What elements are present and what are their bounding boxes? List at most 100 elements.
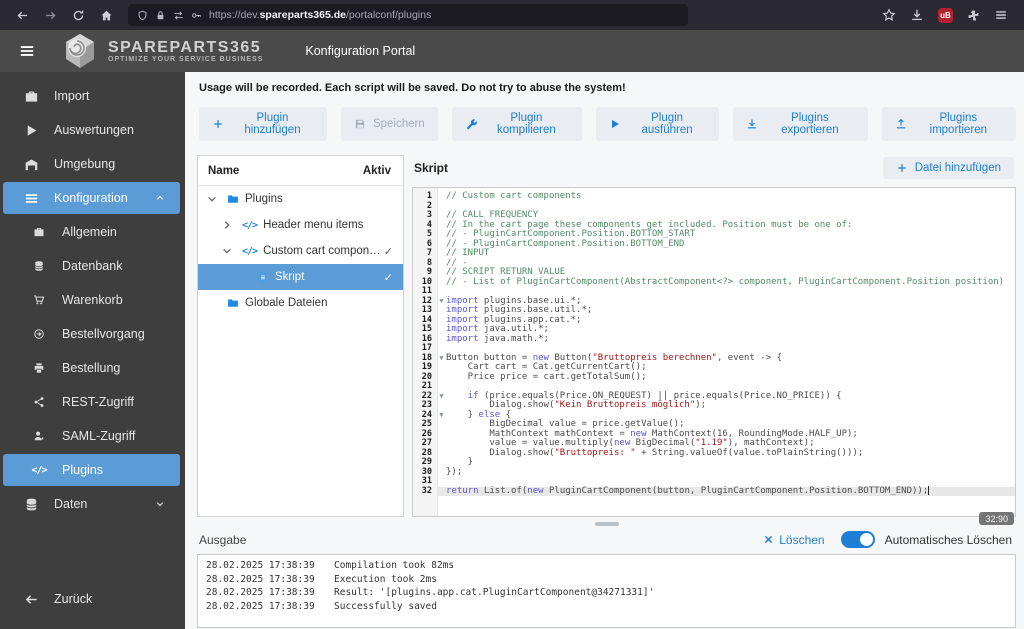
button-label: Plugin kompilieren [496,112,556,136]
line-number: 32 [421,485,432,496]
shield-icon[interactable] [137,10,148,21]
auto-clear-label: Automatisches Löschen [884,532,1012,547]
add-file-button[interactable]: Datei hinzufügen [882,157,1014,179]
sidebar-item-label: Warenkorb [62,293,123,307]
code-text: Dialog.show("Bruttopreis: " + String.val… [446,447,864,458]
arrow-circle-icon [31,328,47,340]
tree-expander-icon[interactable] [221,245,234,257]
sidebar-hamburger-icon[interactable] [18,42,36,60]
plugins-importieren-button[interactable]: Plugins importieren [881,107,1016,141]
tree-expander-icon[interactable] [206,193,219,205]
fold-arrow-icon[interactable]: ▼ [437,354,446,364]
sidebar-item-datenbank[interactable]: Datenbank [3,250,180,282]
output-header: Ausgabe Löschen Automatisches Löschen [197,531,1016,554]
button-label: Plugin hinzufügen [244,112,301,136]
adblock-extension-icon[interactable]: uB [938,7,953,23]
log-message: Successfully saved [334,600,437,612]
bookmark-star-icon[interactable] [882,8,896,22]
code-text: } [446,457,474,467]
browser-menu-icon[interactable] [994,8,1008,22]
tree-row-header-menu-items[interactable]: </> Header menu items [198,212,403,238]
reload-icon[interactable] [66,4,90,26]
auto-clear-toggle[interactable] [840,531,875,548]
plugin-hinzufuegen-button[interactable]: Plugin hinzufügen [199,107,327,141]
fold-arrow-icon[interactable]: ▼ [437,297,446,307]
back-icon[interactable] [10,4,34,26]
back-arrow-icon [23,592,39,607]
tree-row-custom-cart-compon-[interactable]: </> Custom cart compon… ✓ [198,238,403,264]
downloads-icon[interactable] [910,8,924,22]
code-editor[interactable]: 1// Custom cart components 2 3// CALL FREQ… [412,187,1016,517]
sidebar-item-label: Bestellung [62,361,121,375]
sidebar-item-saml-zugriff[interactable]: SAML-Zugriff [3,420,180,452]
plus-icon [212,118,224,130]
button-label: Plugins importieren [929,112,988,136]
url-bar[interactable]: https://dev.spareparts365.de/portalconf/… [128,4,688,26]
folder-icon [227,297,239,309]
fold-arrow-icon[interactable]: ▼ [437,392,446,402]
tree-row-plugins[interactable]: Plugins [198,186,403,212]
home-icon[interactable] [94,4,118,26]
line-number: 7 [426,248,432,258]
log-message: Result: '[plugins.app.cat.PluginCartComp… [334,587,655,598]
code-line-1: 1 // Custom cart components [413,191,1015,202]
usage-warning: Usage will be recorded. Each script will… [199,82,626,94]
tree-column-aktiv: Aktiv [362,165,391,177]
cursor-position-badge: 32:90 [979,512,1014,525]
sidebar-item-warenkorb[interactable]: Warenkorb [3,284,180,316]
code-line-10: 10// - List of PluginCartComponent(Abstr… [413,276,1015,288]
tree-row-skript[interactable]: Skript ✓ [198,264,403,290]
extensions-puzzle-icon[interactable] [967,9,980,22]
clear-output-button[interactable]: Löschen [763,533,825,547]
sidebar-item-auswertungen[interactable]: Auswertungen [3,114,180,146]
line-number: 5 [426,229,432,239]
plugin-ausfuehren-button[interactable]: Plugin ausführen [596,107,720,141]
key-icon[interactable] [191,10,202,21]
plugins-exportieren-button[interactable]: Plugins exportieren [733,107,868,141]
logo-nut-icon [66,34,94,68]
code-text: Price price = cart.getTotalSum(); [446,371,647,382]
log-timestamp: 28.02.2025 17:38:39 [206,573,315,585]
sidebar-item-label: Konfiguration [54,191,128,205]
code-line-28: 28 Dialog.show("Bruttopreis: " + String.… [413,447,1015,459]
code-text: }); [446,466,463,477]
plugin-kompilieren-button[interactable]: Plugin kompilieren [451,107,582,141]
active-check: ✓ [383,245,393,258]
plus-icon [896,162,908,174]
sidebar-item-bestellvorgang[interactable]: Bestellvorgang [3,318,180,350]
sidebar-item-umgebung[interactable]: Umgebung [3,148,180,180]
url-text: https://dev.spareparts365.de/portalconf/… [209,9,432,21]
app-logo: SpareParts365 Optimize your service busi… [60,31,263,71]
lock-icon[interactable] [155,10,166,21]
sidebar-item-import[interactable]: Import [3,80,180,112]
back-button[interactable]: Zurück [3,583,180,615]
sidebar-item-konfiguration[interactable]: Konfiguration [3,182,180,214]
sidebar-item-daten[interactable]: Daten [3,488,180,520]
log-timestamp: 28.02.2025 17:38:39 [206,600,315,612]
cart-icon [31,294,47,306]
tree-row-label: Header menu items [263,219,364,231]
tracking-toggle-icon[interactable] [173,10,184,21]
tree-row-globale-dateien[interactable]: Globale Dateien [198,290,403,316]
sidebar-item-rest-zugriff[interactable]: REST-Zugriff [3,386,180,418]
code-text: // - List of PluginCartComponent(Abstrac… [446,276,1005,287]
code-line-6: 6 // - PluginCartComponent.Position.BOTTO… [413,238,1015,250]
tree-expander-icon[interactable] [221,219,234,231]
browser-toolbar: https://dev.spareparts365.de/portalconf/… [0,0,1024,30]
sidebar-item-plugins[interactable]: </> Plugins [3,454,180,486]
line-number: 3 [426,210,432,220]
save-icon [354,118,366,130]
forward-icon[interactable] [38,4,62,26]
sidebar-item-allgemein[interactable]: Allgemein [3,216,180,248]
button-label: Speichern [372,118,425,130]
briefcase-icon [23,89,39,104]
sidebar-nav: Import Auswertungen Umgebung Konfiguration A… [0,72,185,629]
line-number: 6 [426,238,432,249]
sidebar-item-bestellung[interactable]: Bestellung [3,352,180,384]
fold-arrow-icon[interactable]: ▼ [437,411,446,421]
panel-resize-handle[interactable] [594,522,619,526]
upload-icon [895,118,907,130]
code-line-20: 20 Price price = cart.getTotalSum(); [413,371,1015,383]
wrench-icon [465,118,477,130]
speichern-button[interactable]: Speichern [340,107,438,141]
